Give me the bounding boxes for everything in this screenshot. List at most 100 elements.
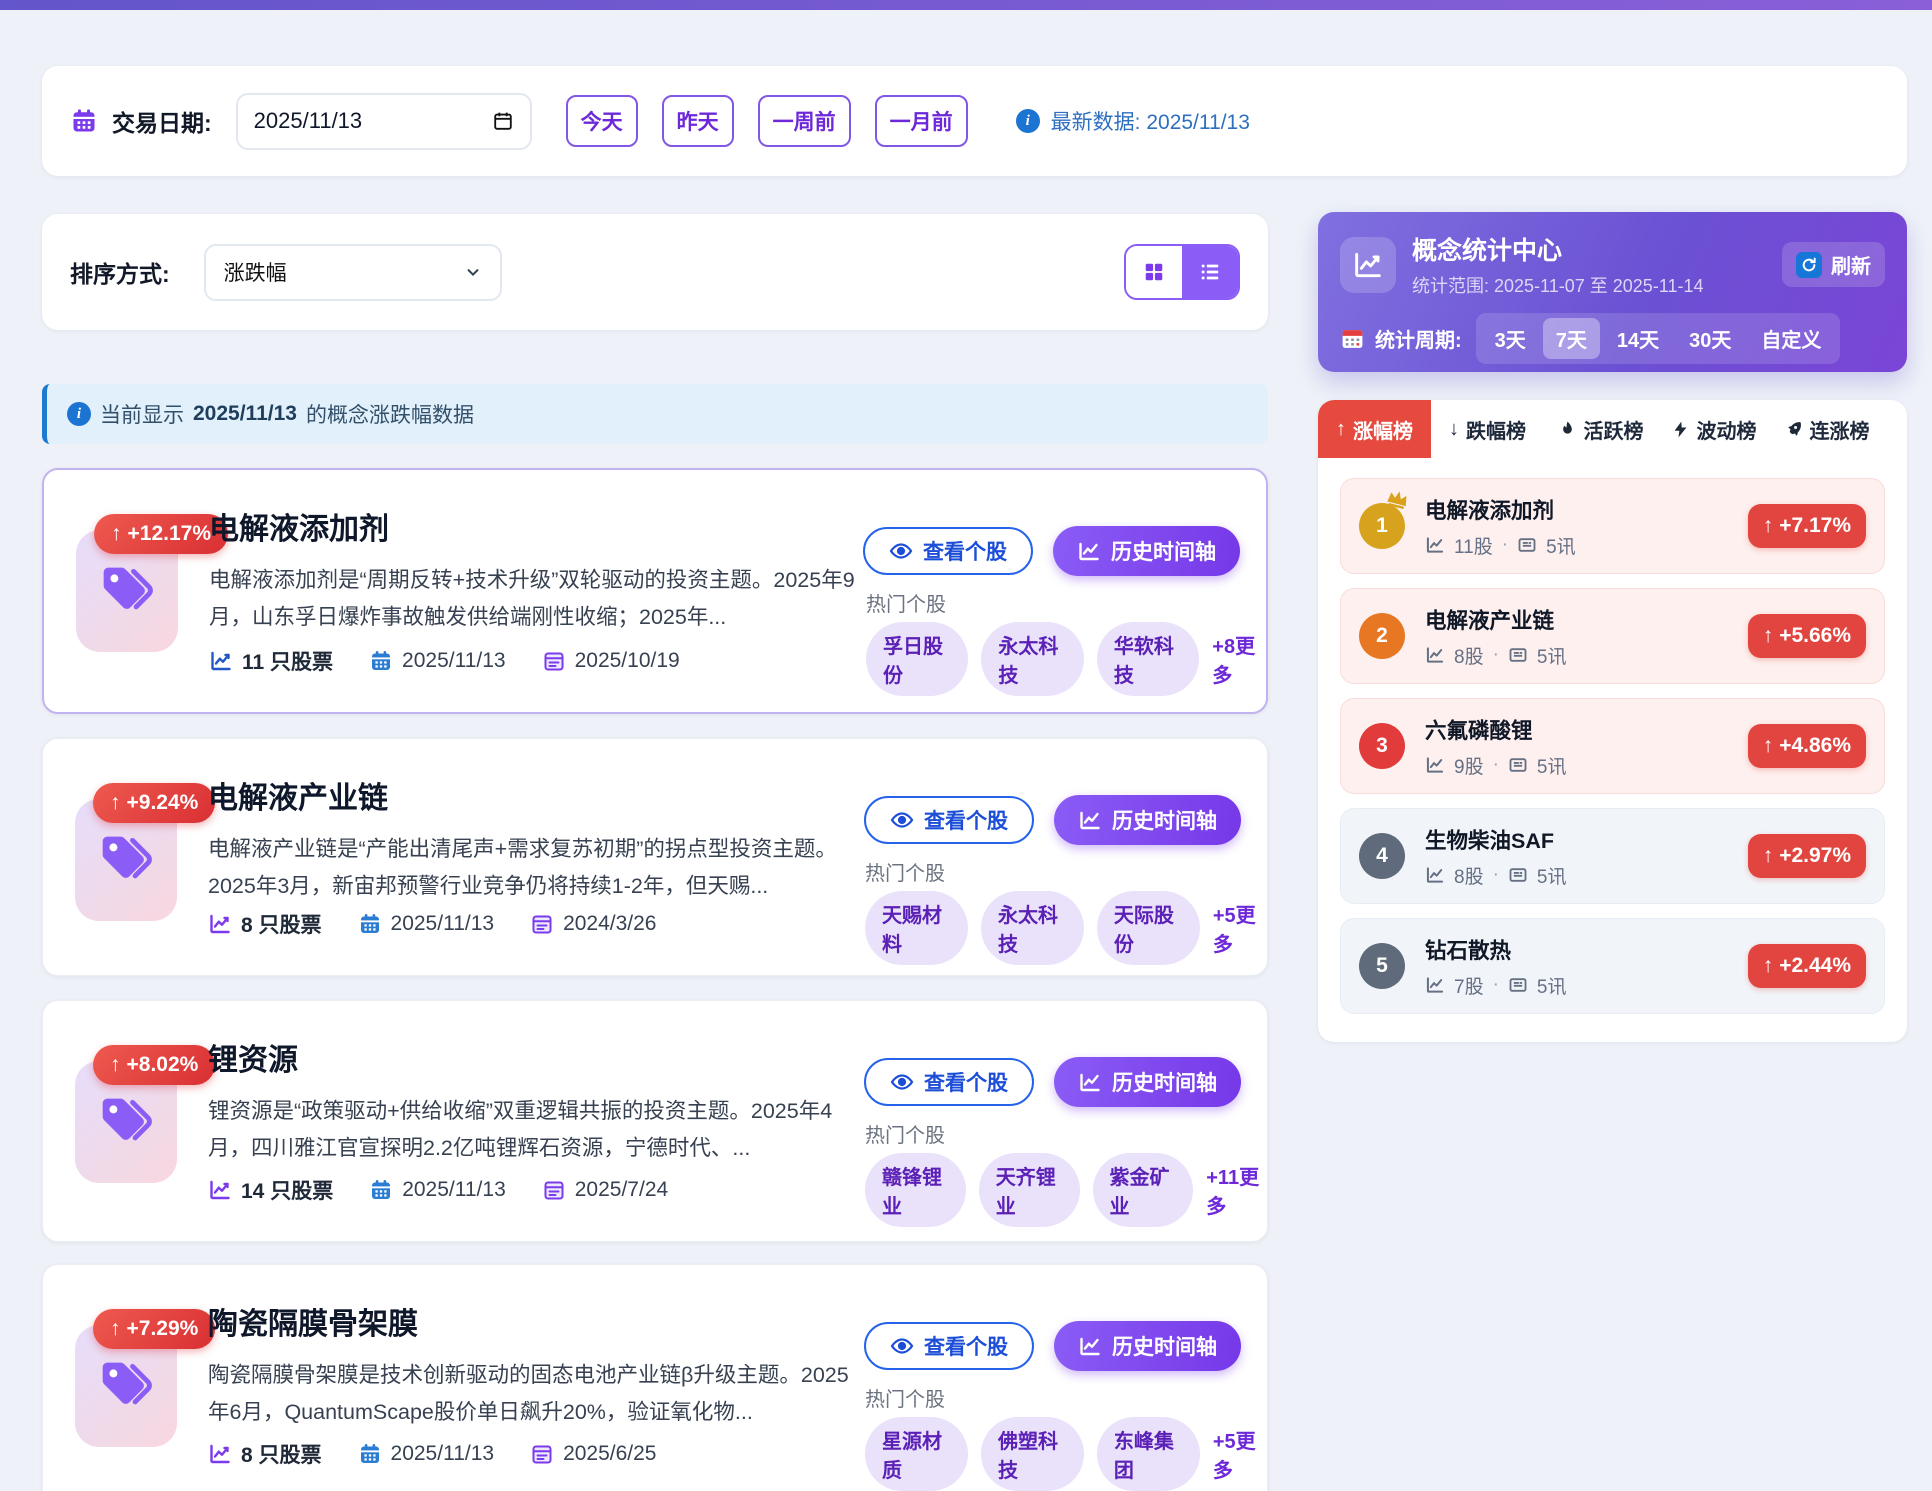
chevron-down-icon (464, 263, 482, 281)
stock-chip[interactable]: 孚日股份 (866, 622, 968, 696)
view-stocks-button[interactable]: 查看个股 (863, 527, 1033, 575)
tab-gainers[interactable]: 涨幅榜 (1318, 400, 1431, 458)
meta-stocks: 8 只股票 (208, 1439, 322, 1469)
up-arrow-icon (1336, 418, 1346, 441)
stock-chip[interactable]: 天赐材料 (865, 891, 968, 965)
change-value: +8.02% (127, 1053, 199, 1077)
quick-btn-yesterday[interactable]: 昨天 (662, 95, 734, 147)
ranking-item[interactable]: 5 钻石散热 7股 5讯 +2.44% (1340, 918, 1885, 1014)
period-option-3d[interactable]: 3天 (1482, 318, 1539, 359)
history-timeline-button[interactable]: 历史时间轴 (1053, 526, 1240, 576)
history-timeline-button[interactable]: 历史时间轴 (1054, 795, 1241, 845)
stock-chip[interactable]: 华软科技 (1097, 622, 1199, 696)
concept-actions: 查看个股 历史时间轴 (863, 526, 1240, 576)
page: 交易日期: 2025/11/13 今天 昨天 一周前 一月前 最新数据: 202… (0, 0, 1932, 1491)
period-selector: 3天 7天 14天 30天 自定义 (1476, 313, 1841, 364)
stock-chip[interactable]: 紫金矿业 (1093, 1153, 1194, 1227)
quick-btn-today[interactable]: 今天 (566, 95, 638, 147)
banner-suffix: 的概念涨跌幅数据 (306, 399, 474, 429)
stock-chip[interactable]: 永太科技 (981, 622, 1083, 696)
history-timeline-button[interactable]: 历史时间轴 (1054, 1321, 1241, 1371)
trade-date-input[interactable]: 2025/11/13 (236, 93, 532, 150)
sort-select[interactable]: 涨跌幅 (204, 244, 502, 301)
eye-icon (890, 808, 914, 832)
stock-chip[interactable]: 星源材质 (865, 1417, 968, 1491)
tab-losers[interactable]: 跌幅榜 (1431, 400, 1544, 458)
tab-active[interactable]: 活跃榜 (1544, 400, 1657, 458)
stock-chip[interactable]: 赣锋锂业 (865, 1153, 966, 1227)
ranking-item[interactable]: 4 生物柴油SAF 8股 5讯 +2.97% (1340, 808, 1885, 904)
concept-title: 电解液添加剂 (209, 504, 389, 548)
list-view-button[interactable] (1182, 246, 1238, 298)
ranking-tabs: 涨幅榜 跌幅榜 活跃榜 波动榜 连涨榜 (1318, 400, 1907, 458)
up-arrow-icon (1763, 954, 1774, 978)
concept-description: 电解液产业链是“产能出清尾声+需求复苏初期”的拐点型投资主题。2025年3月，新… (208, 831, 866, 905)
period-option-14d[interactable]: 14天 (1604, 318, 1672, 359)
refresh-button[interactable]: 刷新 (1782, 242, 1885, 287)
stock-chip[interactable]: 佛塑科技 (981, 1417, 1084, 1491)
hot-stocks-label: 热门个股 (866, 588, 946, 617)
dot-separator (1502, 534, 1508, 556)
meta-create-date: 2025/7/24 (542, 1178, 668, 1202)
stock-chip[interactable]: 天际股份 (1097, 891, 1200, 965)
more-stocks-link[interactable]: +11更多 (1206, 1161, 1267, 1219)
chart-line-icon (1078, 808, 1102, 832)
concept-meta: 8 只股票 2025/11/13 2025/6/25 (208, 1439, 657, 1469)
stats-chart-icon (1340, 237, 1396, 293)
rank-change-badge: +5.66% (1748, 614, 1866, 658)
history-timeline-button[interactable]: 历史时间轴 (1054, 1057, 1241, 1107)
chart-line-icon (1425, 645, 1445, 665)
tab-volatility[interactable]: 波动榜 (1657, 400, 1770, 458)
rank-change-badge: +2.97% (1748, 834, 1866, 878)
rank-meta: 7股 5讯 (1425, 972, 1566, 999)
tab-streak[interactable]: 连涨榜 (1770, 400, 1883, 458)
view-stocks-button[interactable]: 查看个股 (864, 1322, 1034, 1370)
ranking-item[interactable]: 3 六氟磷酸锂 9股 5讯 +4.86% (1340, 698, 1885, 794)
concept-card[interactable]: +9.24% 电解液产业链 电解液产业链是“产能出清尾声+需求复苏初期”的拐点型… (42, 738, 1268, 976)
period-option-custom[interactable]: 自定义 (1748, 318, 1834, 359)
concept-card[interactable]: +12.17% 电解液添加剂 电解液添加剂是“周期反转+技术升级”双轮驱动的投资… (42, 468, 1268, 714)
top-accent-bar (0, 0, 1932, 10)
rocket-icon (1784, 420, 1803, 439)
chart-line-icon (209, 649, 233, 673)
chart-line-icon (1425, 975, 1445, 995)
concept-title: 陶瓷隔膜骨架膜 (208, 1299, 418, 1343)
quick-btn-month-ago[interactable]: 一月前 (875, 95, 968, 147)
view-stocks-button[interactable]: 查看个股 (864, 1058, 1034, 1106)
date-picker-icon[interactable] (492, 110, 514, 132)
tag-icon (98, 1358, 154, 1414)
concept-actions: 查看个股 历史时间轴 (864, 1321, 1241, 1371)
up-arrow-icon (1763, 734, 1774, 758)
stock-chip[interactable]: 天齐锂业 (979, 1153, 1080, 1227)
more-stocks-link[interactable]: +8更多 (1212, 630, 1266, 688)
meta-update-date: 2025/11/13 (369, 1178, 506, 1202)
stock-chip[interactable]: 永太科技 (981, 891, 1084, 965)
more-stocks-link[interactable]: +5更多 (1213, 1425, 1267, 1483)
calendar-outline-icon (530, 1442, 554, 1466)
more-stocks-link[interactable]: +5更多 (1213, 899, 1267, 957)
calendar-icon (369, 1178, 393, 1202)
ranking-item[interactable]: 2 电解液产业链 8股 5讯 +5.66% (1340, 588, 1885, 684)
chart-line-icon (1078, 1070, 1102, 1094)
stock-chip[interactable]: 东峰集团 (1097, 1417, 1200, 1491)
view-stocks-button[interactable]: 查看个股 (864, 796, 1034, 844)
concept-card[interactable]: +7.29% 陶瓷隔膜骨架膜 陶瓷隔膜骨架膜是技术创新驱动的固态电池产业链β升级… (42, 1264, 1268, 1491)
concept-description: 陶瓷隔膜骨架膜是技术创新驱动的固态电池产业链β升级主题。2025年6月，Quan… (208, 1357, 866, 1431)
quick-btn-week-ago[interactable]: 一周前 (758, 95, 851, 147)
concept-meta: 11 只股票 2025/11/13 2025/10/19 (209, 646, 680, 676)
chart-line-icon (208, 912, 232, 936)
sort-label: 排序方式: (70, 255, 170, 289)
rank-concept-title: 钻石散热 (1425, 934, 1566, 965)
period-option-30d[interactable]: 30天 (1676, 318, 1744, 359)
rank-concept-title: 电解液添加剂 (1425, 494, 1576, 525)
period-option-7d[interactable]: 7天 (1543, 318, 1600, 359)
grid-view-button[interactable] (1126, 246, 1182, 298)
change-badge: +7.29% (93, 1309, 215, 1349)
rank-badge: 2 (1359, 613, 1405, 659)
ranking-item[interactable]: 1 电解液添加剂 11股 5讯 +7.17% (1340, 478, 1885, 574)
concept-card[interactable]: +8.02% 锂资源 锂资源是“政策驱动+供给收缩”双重逻辑共振的投资主题。20… (42, 1000, 1268, 1242)
chart-line-icon (1077, 539, 1101, 563)
tag-icon (98, 1094, 154, 1150)
up-arrow-icon (110, 1317, 121, 1341)
concept-title: 锂资源 (208, 1035, 298, 1079)
